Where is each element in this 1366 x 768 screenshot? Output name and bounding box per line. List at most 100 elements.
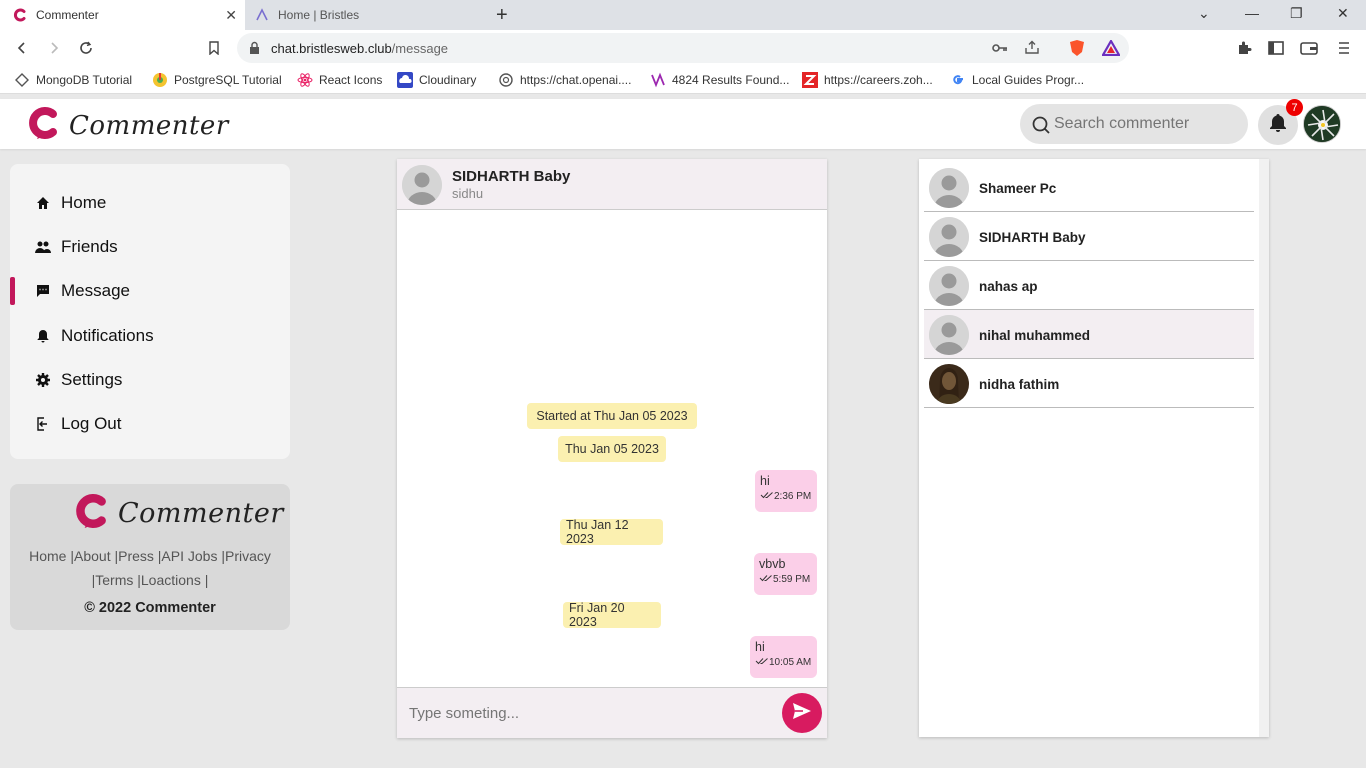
tab-commenter[interactable]: Commenter ✕ <box>0 0 245 30</box>
bell-icon <box>35 328 51 344</box>
bookmark-label: React Icons <box>319 73 383 87</box>
send-icon <box>792 702 812 725</box>
sidebar-toggle-icon[interactable] <box>1266 38 1286 58</box>
bookmark-postgresql[interactable]: PostgreSQL Tutorial <box>152 72 282 88</box>
bookmark-zoho[interactable]: https://careers.zoh... <box>802 72 933 88</box>
double-check-icon <box>760 491 774 502</box>
sidebar-item-logout[interactable]: Log Out <box>10 404 290 444</box>
sidebar-item-notifications[interactable]: Notifications <box>10 316 290 356</box>
contact-item[interactable]: Shameer Pc <box>924 163 1254 212</box>
message-input[interactable] <box>409 700 769 726</box>
sidebar-item-message[interactable]: Message <box>10 271 290 311</box>
chat-contact-name: SIDHARTH Baby <box>452 168 571 185</box>
search-box[interactable] <box>1020 104 1248 144</box>
forward-icon[interactable] <box>44 38 64 58</box>
friends-icon <box>35 239 51 255</box>
restore-icon[interactable]: ❐ <box>1290 5 1303 22</box>
brave-shield-icon[interactable] <box>1069 39 1085 62</box>
message-bubble: vbvb 5:59 PM <box>754 553 817 595</box>
bookmark-results[interactable]: 4824 Results Found... <box>650 72 789 88</box>
contact-name: SIDHARTH Baby <box>979 230 1086 245</box>
footer-card: Commenter Home |About |Press |API Jobs |… <box>10 484 290 630</box>
contact-item[interactable]: nihal muhammed <box>924 310 1254 359</box>
brand-logo[interactable]: Commenter <box>27 106 229 145</box>
message-icon <box>35 283 51 299</box>
avatar <box>929 217 969 257</box>
contact-item[interactable]: nahas ap <box>924 261 1254 310</box>
contact-name: nahas ap <box>979 279 1038 294</box>
contact-name: Shameer Pc <box>979 181 1057 196</box>
tab-search-icon[interactable]: ⌄ <box>1198 5 1210 22</box>
message-bubble: hi 2:36 PM <box>755 470 817 512</box>
bookmark-mongodb[interactable]: MongoDB Tutorial <box>14 72 132 88</box>
message-time: 10:05 AM <box>755 657 812 668</box>
tab-title: Commenter <box>36 8 99 22</box>
home-icon <box>35 195 51 211</box>
double-check-icon <box>759 574 773 585</box>
search-input[interactable] <box>1054 112 1239 136</box>
sidebar-item-label: Friends <box>61 237 118 256</box>
bookmark-label: 4824 Results Found... <box>672 73 790 87</box>
double-check-icon <box>755 657 769 668</box>
close-window-icon[interactable]: ✕ <box>1337 5 1349 22</box>
reload-icon[interactable] <box>76 38 96 58</box>
key-icon[interactable] <box>992 41 1008 59</box>
message-time: 5:59 PM <box>759 574 812 585</box>
bookmark-label: https://careers.zoh... <box>824 73 933 87</box>
share-icon[interactable] <box>1024 40 1040 59</box>
notification-badge: 7 <box>1286 99 1303 116</box>
message-time-text: 10:05 AM <box>769 657 812 668</box>
message-text: vbvb <box>759 557 786 571</box>
bookmark-react-icons[interactable]: React Icons <box>297 72 382 88</box>
app-header: Commenter 7 <box>0 99 1366 149</box>
footer-links[interactable]: Home |About |Press |API Jobs |Privacy |T… <box>22 544 278 592</box>
chat-contact-username: sidhu <box>452 186 484 201</box>
bell-icon <box>1269 113 1287 138</box>
sidebar-item-label: Home <box>61 193 107 212</box>
bookmark-openai[interactable]: https://chat.openai.... <box>498 72 631 88</box>
message-time: 2:36 PM <box>760 491 812 502</box>
chat-panel: SIDHARTH Baby sidhu Started at Thu Jan 0… <box>397 159 827 738</box>
bookmark-label: Cloudinary <box>419 73 477 87</box>
wallet-icon[interactable] <box>1299 38 1319 58</box>
avatar <box>929 266 969 306</box>
back-icon[interactable] <box>12 38 32 58</box>
bookmark-label: https://chat.openai.... <box>520 73 632 87</box>
address-bar[interactable]: chat.bristlesweb.club/message <box>237 33 1129 63</box>
extensions-icon[interactable] <box>1234 38 1254 58</box>
browser-toolbar: chat.bristlesweb.club/message <box>0 30 1366 66</box>
contact-item[interactable]: nidha fathim <box>924 359 1254 408</box>
menu-icon[interactable] <box>1334 38 1354 58</box>
sidebar-item-label: Notifications <box>61 326 154 345</box>
url-path: /message <box>391 41 449 56</box>
bookmark-local-guides[interactable]: Local Guides Progr... <box>950 72 1084 88</box>
profile-avatar[interactable] <box>1303 105 1341 143</box>
tab-bristles[interactable]: Home | Bristles <box>246 0 482 30</box>
tab-title: Home | Bristles <box>278 8 360 22</box>
brave-rewards-icon[interactable] <box>1101 38 1121 61</box>
brand-name: Commenter <box>69 110 229 141</box>
chat-started-label: Started at Thu Jan 05 2023 <box>527 403 697 429</box>
send-button[interactable] <box>782 693 822 733</box>
contact-item[interactable]: SIDHARTH Baby <box>924 212 1254 261</box>
close-tab-icon[interactable]: ✕ <box>225 7 237 24</box>
message-bubble: hi 10:05 AM <box>750 636 817 678</box>
bookmark-page-icon[interactable] <box>204 38 224 58</box>
bookmark-cloudinary[interactable]: Cloudinary <box>397 72 476 88</box>
sidebar-item-friends[interactable]: Friends <box>10 227 290 267</box>
sidebar-item-settings[interactable]: Settings <box>10 360 290 400</box>
contact-name: nihal muhammed <box>979 328 1091 343</box>
contacts-scrollbar[interactable] <box>1259 159 1269 737</box>
new-tab-icon[interactable]: + <box>496 4 508 27</box>
sidebar-item-home[interactable]: Home <box>10 183 290 223</box>
logout-icon <box>35 416 51 432</box>
commenter-logo-icon <box>27 106 59 145</box>
commenter-logo-icon <box>74 492 108 535</box>
footer-links-line[interactable]: |Terms |Loactions | <box>22 568 278 592</box>
message-text: hi <box>755 640 765 654</box>
footer-links-line[interactable]: Home |About |Press |API Jobs |Privacy <box>22 544 278 568</box>
minimize-icon[interactable]: — <box>1245 5 1259 21</box>
copyright-text: © 2022 Commenter <box>84 600 216 616</box>
avatar[interactable] <box>402 165 442 205</box>
zoho-icon <box>802 72 818 88</box>
